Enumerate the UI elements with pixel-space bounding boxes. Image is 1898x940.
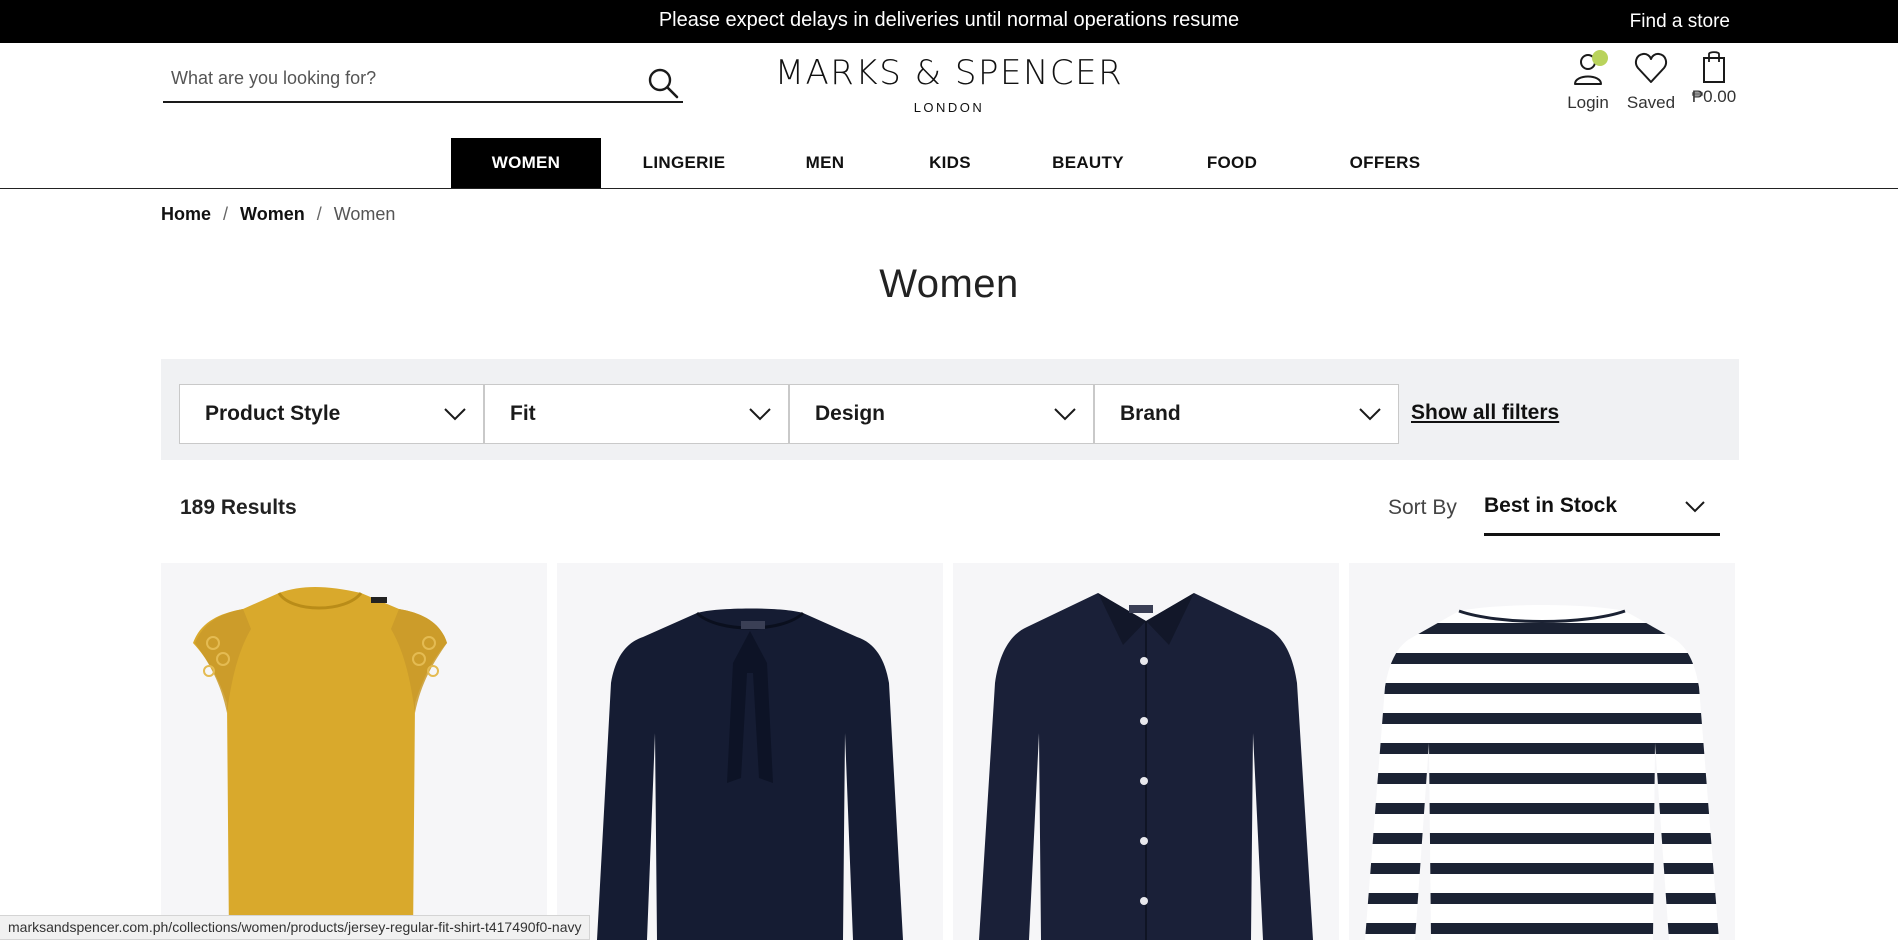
product-card[interactable] bbox=[1349, 563, 1735, 940]
breadcrumb-women[interactable]: Women bbox=[240, 204, 305, 224]
nav-men[interactable]: MEN bbox=[780, 138, 870, 188]
breadcrumb-home[interactable]: Home bbox=[161, 204, 211, 224]
filter-bar: Product Style Fit Design Brand Show all … bbox=[161, 359, 1739, 460]
nav-kids[interactable]: KIDS bbox=[905, 138, 995, 188]
main-nav: WOMEN LINGERIE MEN KIDS BEAUTY FOOD OFFE… bbox=[0, 137, 1898, 189]
product-image-striped-top bbox=[1365, 605, 1719, 940]
login-label: Login bbox=[1567, 93, 1609, 112]
saved-label: Saved bbox=[1626, 93, 1676, 112]
status-bar-url: marksandspencer.com.ph/collections/women… bbox=[0, 915, 591, 940]
filter-brand[interactable]: Brand bbox=[1094, 384, 1399, 444]
saved-button[interactable]: Saved bbox=[1620, 50, 1682, 113]
breadcrumb-current: Women bbox=[333, 204, 396, 224]
product-image-navy-jersey-shirt bbox=[979, 593, 1313, 940]
filter-label: Design bbox=[815, 402, 886, 425]
banner-message: Please expect delays in deliveries until… bbox=[658, 9, 1240, 31]
shopping-bag-icon bbox=[1699, 51, 1729, 88]
nav-beauty[interactable]: BEAUTY bbox=[1040, 138, 1136, 188]
results-count: 189 Results bbox=[180, 496, 297, 519]
bag-total: ₱0.00 bbox=[1691, 87, 1737, 106]
login-status-dot bbox=[1592, 50, 1608, 66]
product-card[interactable] bbox=[953, 563, 1339, 940]
login-button[interactable]: Login bbox=[1558, 50, 1618, 113]
nav-lingerie[interactable]: LINGERIE bbox=[620, 138, 748, 188]
logo-wordmark: MARKS & SPENCER bbox=[774, 53, 1124, 93]
nav-women[interactable]: WOMEN bbox=[451, 138, 601, 188]
show-all-filters-link[interactable]: Show all filters bbox=[1411, 401, 1559, 425]
filter-label: Product Style bbox=[205, 402, 341, 425]
announcement-banner: Please expect delays in deliveries until… bbox=[0, 0, 1898, 43]
search-icon[interactable] bbox=[645, 65, 681, 101]
filter-fit[interactable]: Fit bbox=[484, 384, 789, 444]
search-bar bbox=[163, 55, 683, 103]
sort-value: Best in Stock bbox=[1484, 494, 1618, 517]
nav-food[interactable]: FOOD bbox=[1185, 138, 1279, 188]
chevron-down-icon bbox=[1053, 406, 1077, 427]
chevron-down-icon bbox=[748, 406, 772, 427]
chevron-down-icon bbox=[443, 406, 467, 427]
product-card[interactable] bbox=[557, 563, 943, 940]
breadcrumb-separator: / bbox=[316, 204, 322, 224]
heart-icon bbox=[1633, 52, 1669, 90]
product-image-mustard-top bbox=[193, 587, 447, 940]
filter-product-style[interactable]: Product Style bbox=[179, 384, 484, 444]
find-store-link[interactable]: Find a store bbox=[1630, 0, 1730, 43]
search-input[interactable] bbox=[163, 55, 633, 101]
nav-offers[interactable]: OFFERS bbox=[1330, 138, 1440, 188]
filter-design[interactable]: Design bbox=[789, 384, 1094, 444]
sort-by-label: Sort By bbox=[1388, 496, 1457, 519]
filter-label: Fit bbox=[510, 402, 536, 425]
user-icon bbox=[1570, 54, 1606, 90]
chevron-down-icon bbox=[1358, 406, 1382, 427]
shopping-bag-button[interactable]: ₱0.00 bbox=[1688, 50, 1740, 107]
breadcrumb-separator: / bbox=[223, 204, 229, 224]
product-card[interactable] bbox=[161, 563, 547, 940]
page-title: Women bbox=[879, 262, 1019, 306]
logo-subtitle: LONDON bbox=[913, 100, 985, 115]
brand-logo[interactable]: MARKS & SPENCER LONDON bbox=[760, 52, 1138, 115]
product-image-navy-tie-blouse bbox=[597, 608, 903, 940]
chevron-down-icon bbox=[1684, 500, 1706, 519]
sort-dropdown[interactable]: Best in Stock bbox=[1484, 484, 1720, 536]
breadcrumb: Home / Women / Women bbox=[161, 202, 395, 226]
filter-label: Brand bbox=[1120, 402, 1181, 425]
